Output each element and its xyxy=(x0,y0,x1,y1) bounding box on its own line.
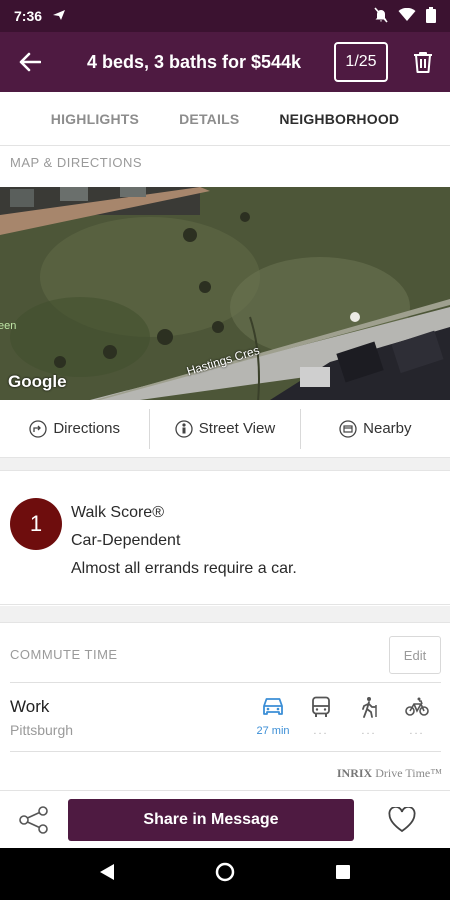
navigation-arrow-icon xyxy=(52,8,66,24)
bike-mode-button[interactable]: ... xyxy=(395,696,439,739)
share-button[interactable] xyxy=(0,791,68,849)
page-title: 4 beds, 3 baths for $544k xyxy=(86,51,302,72)
commute-location: Pittsburgh xyxy=(10,722,74,738)
trash-icon xyxy=(414,52,432,73)
street-view-button[interactable]: Street View xyxy=(149,408,299,449)
walk-icon xyxy=(362,697,377,718)
car-time: 27 min xyxy=(256,725,290,737)
street-view-label: Street View xyxy=(198,420,276,437)
nav-recents-icon xyxy=(336,864,350,879)
mute-icon xyxy=(374,6,388,26)
share-in-message-button[interactable]: Share in Message xyxy=(68,798,354,841)
nav-home-icon xyxy=(215,862,235,881)
car-mode-button[interactable]: 27 min xyxy=(251,696,295,739)
walk-score-category: Car-Dependent xyxy=(71,532,181,549)
commute-section-label: COMMUTE TIME xyxy=(10,647,118,662)
satellite-imagery xyxy=(0,187,450,400)
bike-time: ... xyxy=(409,725,425,737)
section-divider xyxy=(0,458,450,470)
nearby-label: Nearby xyxy=(363,420,412,437)
commute-destination: Work xyxy=(10,697,50,716)
photo-counter-button[interactable]: 1/25 xyxy=(334,42,388,82)
section-divider xyxy=(0,606,450,622)
bus-time: ... xyxy=(313,725,329,737)
map-actions-bar: Directions Street View Nearby xyxy=(0,400,450,458)
inrix-logo: INRIX xyxy=(336,766,373,780)
edit-commute-button[interactable]: Edit xyxy=(389,636,441,674)
walk-score-card[interactable]: 1 Walk Score® Car-Dependent Almost all e… xyxy=(0,470,450,605)
commute-card: COMMUTE TIME Edit Work Pittsburgh 27 min… xyxy=(0,622,450,790)
directions-icon xyxy=(29,419,47,438)
tab-highlights[interactable]: HIGHLIGHTS xyxy=(51,111,139,127)
drive-time-label: Drive Time™ xyxy=(375,766,442,780)
share-icon xyxy=(19,805,48,834)
back-button[interactable] xyxy=(0,32,60,92)
bus-mode-button[interactable]: ... xyxy=(299,696,343,739)
nav-home-button[interactable] xyxy=(215,862,235,887)
heart-icon xyxy=(388,806,416,832)
walk-score-description: Almost all errands require a car. xyxy=(71,560,297,577)
map-view[interactable]: een Google Hastings Cres xyxy=(0,187,450,400)
inrix-attribution: INRIX Drive Time™ xyxy=(337,766,442,781)
map-edge-label: een xyxy=(0,320,17,332)
back-arrow-icon xyxy=(19,52,41,72)
walk-score-badge: 1 xyxy=(10,498,62,550)
map-section-label: MAP & DIRECTIONS xyxy=(10,155,143,170)
walk-time: ... xyxy=(361,725,377,737)
bike-icon xyxy=(405,697,429,716)
nav-back-icon xyxy=(100,863,114,880)
status-bar: 7:36 xyxy=(0,0,450,32)
street-view-icon xyxy=(175,419,193,438)
app-bar: 4 beds, 3 baths for $544k 1/25 xyxy=(0,32,450,92)
divider xyxy=(10,751,441,752)
bus-icon xyxy=(312,696,330,717)
directions-label: Directions xyxy=(53,420,120,437)
walk-score-title: Walk Score® xyxy=(71,504,164,521)
nearby-button[interactable]: Nearby xyxy=(299,408,450,449)
directions-button[interactable]: Directions xyxy=(0,409,149,449)
nearby-icon xyxy=(339,419,357,438)
tab-details[interactable]: DETAILS xyxy=(179,111,239,127)
tab-neighborhood[interactable]: NEIGHBORHOOD xyxy=(279,111,399,127)
delete-button[interactable] xyxy=(402,32,444,92)
walk-mode-button[interactable]: ... xyxy=(347,696,391,739)
nav-recents-button[interactable] xyxy=(335,864,351,885)
tab-bar: HIGHLIGHTS DETAILS NEIGHBORHOOD xyxy=(0,92,450,146)
system-nav-bar xyxy=(0,848,450,900)
battery-icon xyxy=(426,6,436,26)
car-icon xyxy=(263,698,283,715)
google-logo: Google xyxy=(8,372,67,391)
favorite-button[interactable] xyxy=(354,791,450,849)
nav-back-button[interactable] xyxy=(99,863,115,886)
divider xyxy=(10,682,441,683)
bottom-action-bar: Share in Message xyxy=(0,790,450,848)
wifi-icon xyxy=(398,7,416,25)
status-time: 7:36 xyxy=(14,8,43,24)
